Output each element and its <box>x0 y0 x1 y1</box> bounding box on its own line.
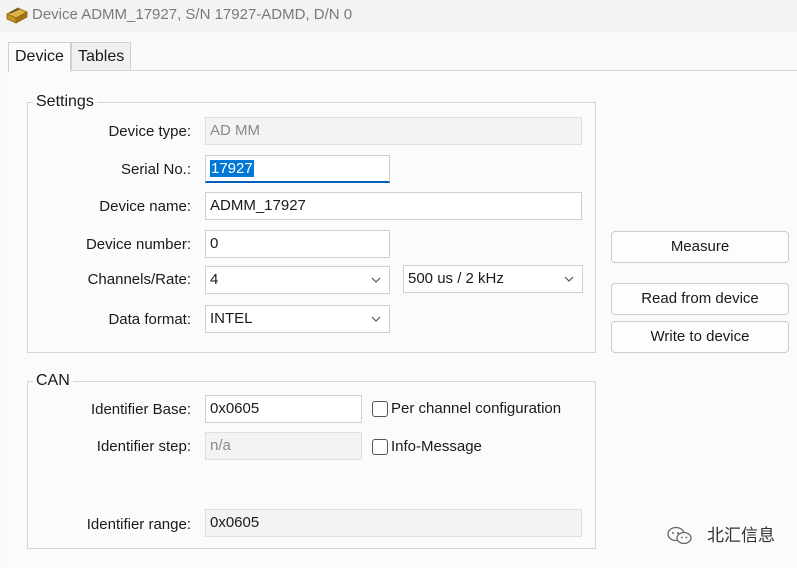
channels-select-value: 4 <box>210 271 219 288</box>
serial-no-label: Serial No.: <box>120 161 191 178</box>
data-format-label: Data format: <box>108 311 191 328</box>
read-from-device-button[interactable]: Read from device <box>611 283 789 315</box>
rate-select-value: 500 us / 2 kHz <box>408 270 504 287</box>
settings-group-title: Settings <box>33 93 97 111</box>
device-type-label: Device type: <box>108 123 191 140</box>
per-channel-configuration-label: Per channel configuration <box>391 400 562 417</box>
tab-tables[interactable]: Tables <box>71 42 132 71</box>
window-title: Device ADMM_17927, S/N 17927-ADMD, D/N 0 <box>32 6 353 23</box>
device-number-input[interactable]: 0 <box>205 230 390 258</box>
data-format-select[interactable]: INTEL <box>205 305 390 333</box>
per-channel-configuration-checkbox[interactable] <box>372 401 388 417</box>
channels-rate-label: Channels/Rate: <box>87 271 191 288</box>
data-format-select-value: INTEL <box>210 310 253 327</box>
identifier-base-input[interactable]: 0x0605 <box>205 395 362 423</box>
chevron-down-icon <box>371 316 381 322</box>
identifier-base-label: Identifier Base: <box>90 401 191 418</box>
identifier-range-field: 0x0605 <box>205 509 582 537</box>
device-number-label: Device number: <box>85 236 191 253</box>
device-type-field: AD MM <box>205 117 582 145</box>
serial-no-selected-text: 17927 <box>210 160 254 177</box>
info-message-checkbox[interactable] <box>372 439 388 455</box>
measure-button[interactable]: Measure <box>611 231 789 263</box>
rate-select[interactable]: 500 us / 2 kHz <box>403 265 583 293</box>
tab-strip: Device Tables <box>0 42 797 72</box>
chevron-down-icon <box>371 277 381 283</box>
identifier-step-label: Identifier step: <box>96 438 191 455</box>
identifier-step-field: n/a <box>205 432 362 460</box>
can-group-title: CAN <box>33 372 73 390</box>
identifier-range-label: Identifier range: <box>86 516 191 533</box>
wechat-logo-icon <box>667 526 692 545</box>
device-name-label: Device name: <box>99 198 191 215</box>
serial-no-input[interactable]: 17927 <box>205 155 390 183</box>
device-icon <box>6 7 28 24</box>
chevron-down-icon <box>564 276 574 282</box>
tab-device[interactable]: Device <box>8 42 71 72</box>
channels-select[interactable]: 4 <box>205 266 390 294</box>
title-bar: Device ADMM_17927, S/N 17927-ADMD, D/N 0 <box>0 0 797 32</box>
watermark-text: 北汇信息 <box>707 526 775 545</box>
write-to-device-button[interactable]: Write to device <box>611 321 789 353</box>
info-message-label: Info-Message <box>391 438 482 455</box>
device-name-input[interactable]: ADMM_17927 <box>205 192 582 220</box>
